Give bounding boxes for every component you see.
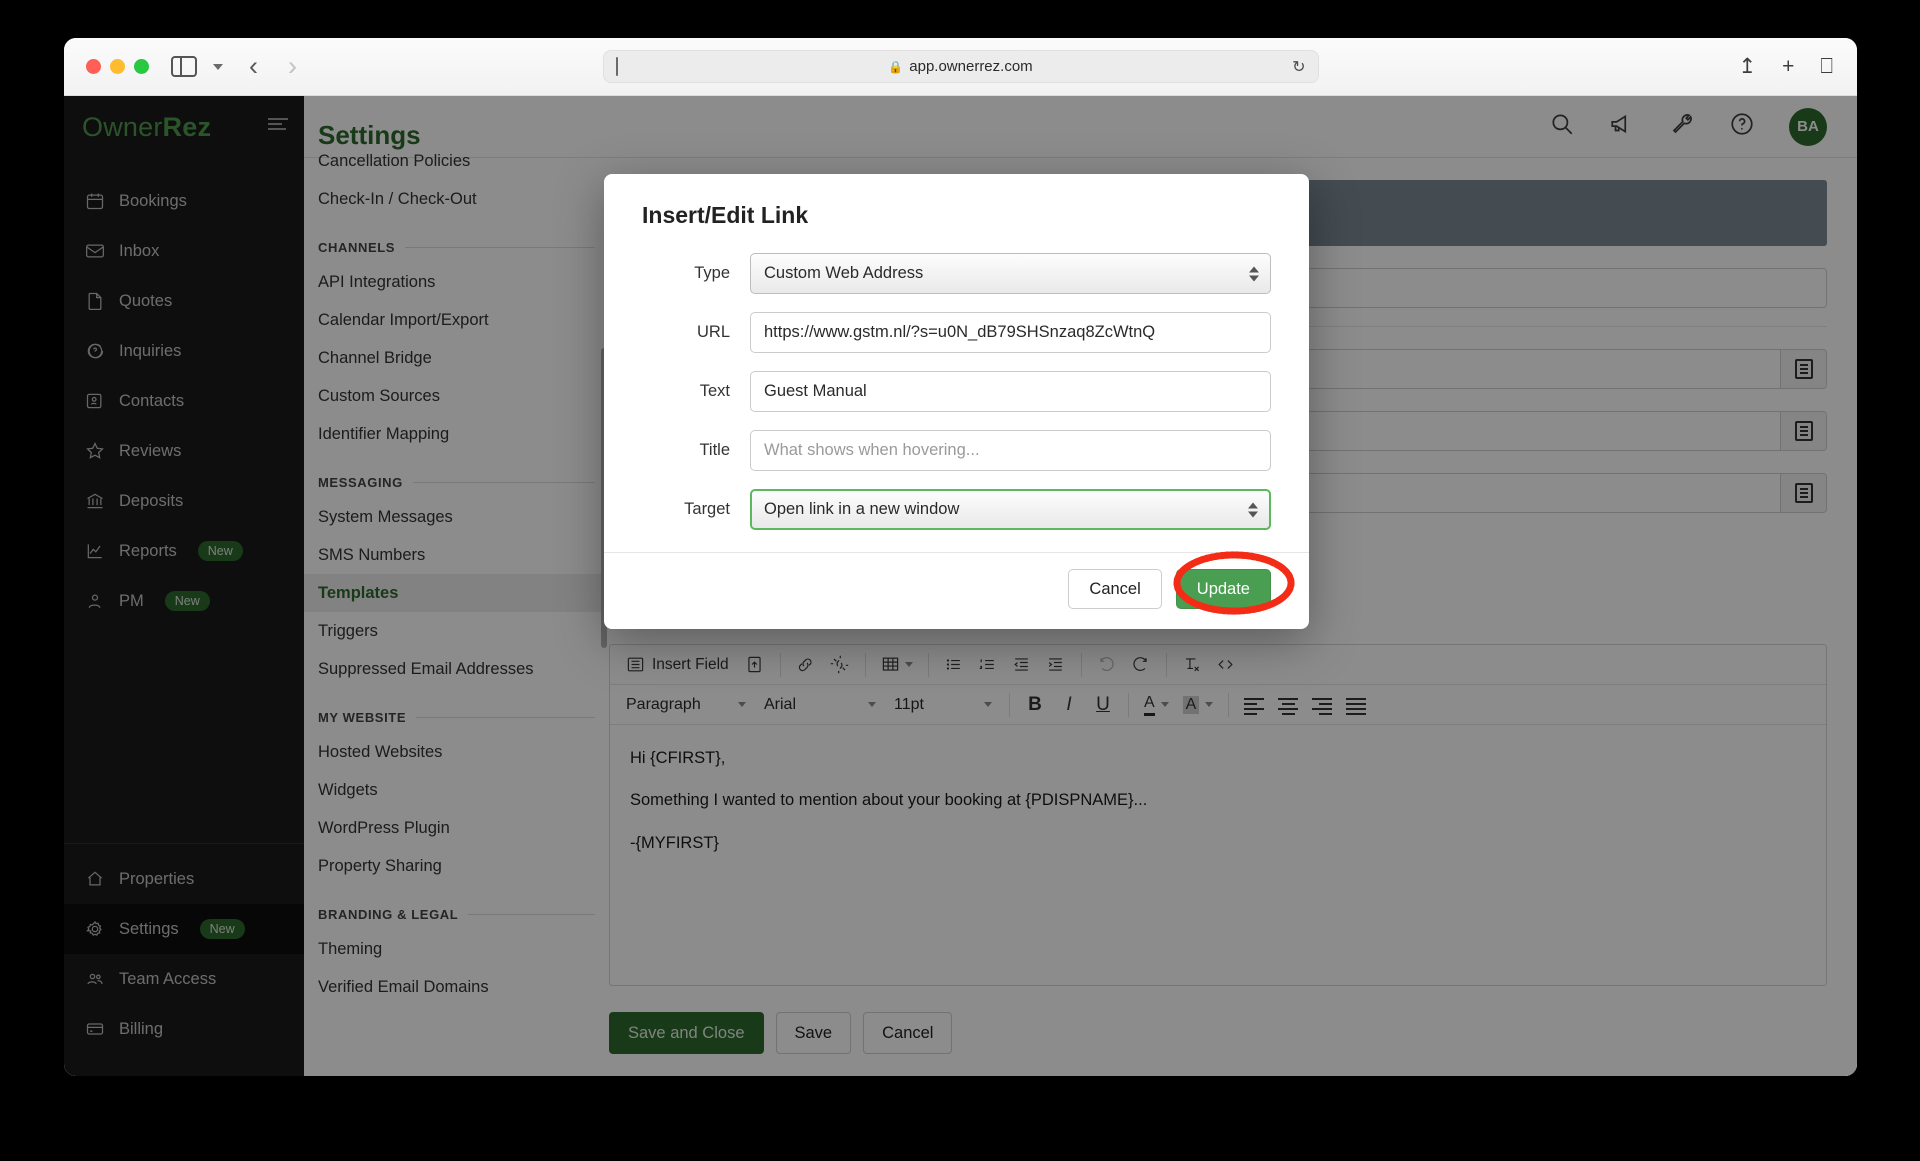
insert-edit-link-dialog: Insert/Edit Link Type Custom Web Address… — [604, 174, 1309, 629]
reader-view-icon[interactable] — [615, 57, 618, 76]
address-bar-url: app.ownerrez.com — [909, 58, 1033, 75]
address-bar[interactable]: 🔒 app.ownerrez.com ↻ — [602, 50, 1319, 83]
dialog-update-button[interactable]: Update — [1175, 569, 1271, 609]
dialog-cancel-button[interactable]: Cancel — [1068, 569, 1162, 609]
window-controls[interactable] — [86, 59, 149, 74]
app-viewport: Owner Rez Bookings Inbox Quotes Inquirie… — [64, 96, 1857, 1076]
target-label: Target — [684, 500, 730, 518]
dialog-footer: Cancel Update — [604, 551, 1309, 629]
chevron-down-icon[interactable] — [213, 63, 223, 70]
target-field-row: Target Open link in a new window — [642, 489, 1271, 530]
browser-toolbar-right: ↥ + ⎕ — [1739, 56, 1833, 77]
url-input[interactable]: https://www.gstm.nl/?s=u0N_dB79SHSnzaq8Z… — [750, 312, 1271, 353]
select-spinner-icon — [1248, 502, 1258, 517]
link-target-value: Open link in a new window — [764, 500, 960, 518]
url-field-row: URL https://www.gstm.nl/?s=u0N_dB79SHSnz… — [642, 312, 1271, 353]
forward-arrow-icon[interactable]: › — [288, 53, 297, 80]
reload-icon[interactable]: ↻ — [1292, 57, 1305, 77]
text-input[interactable]: Guest Manual — [750, 371, 1271, 412]
link-type-select[interactable]: Custom Web Address — [750, 253, 1271, 294]
text-label: Text — [699, 382, 730, 400]
dialog-title: Insert/Edit Link — [642, 202, 809, 228]
title-label: Title — [699, 441, 730, 459]
link-type-value: Custom Web Address — [764, 264, 924, 282]
tab-overview-icon[interactable]: ⎕ — [1820, 56, 1833, 77]
lock-icon: 🔒 — [888, 59, 904, 74]
new-tab-icon[interactable]: + — [1782, 56, 1794, 77]
maximize-window-button[interactable] — [134, 59, 149, 74]
select-spinner-icon — [1249, 266, 1259, 281]
link-target-select[interactable]: Open link in a new window — [750, 489, 1271, 530]
share-icon[interactable]: ↥ — [1739, 56, 1757, 77]
close-window-button[interactable] — [86, 59, 101, 74]
url-label: URL — [696, 323, 730, 341]
dialog-body: Type Custom Web Address URL https://www.… — [604, 235, 1309, 552]
text-field-row: Text Guest Manual — [642, 371, 1271, 412]
browser-titlebar: ‹ › 🔒 app.ownerrez.com ↻ ↥ + ⎕ — [64, 38, 1857, 96]
type-label: Type — [694, 264, 730, 282]
title-input[interactable]: What shows when hovering... — [750, 430, 1271, 471]
browser-window: ‹ › 🔒 app.ownerrez.com ↻ ↥ + ⎕ Owner Rez … — [64, 38, 1857, 1076]
title-field-row: Title What shows when hovering... — [642, 430, 1271, 471]
sidebar-toggle-icon[interactable] — [171, 56, 197, 77]
minimize-window-button[interactable] — [110, 59, 125, 74]
type-field-row: Type Custom Web Address — [642, 253, 1271, 294]
back-arrow-icon[interactable]: ‹ — [249, 53, 258, 80]
